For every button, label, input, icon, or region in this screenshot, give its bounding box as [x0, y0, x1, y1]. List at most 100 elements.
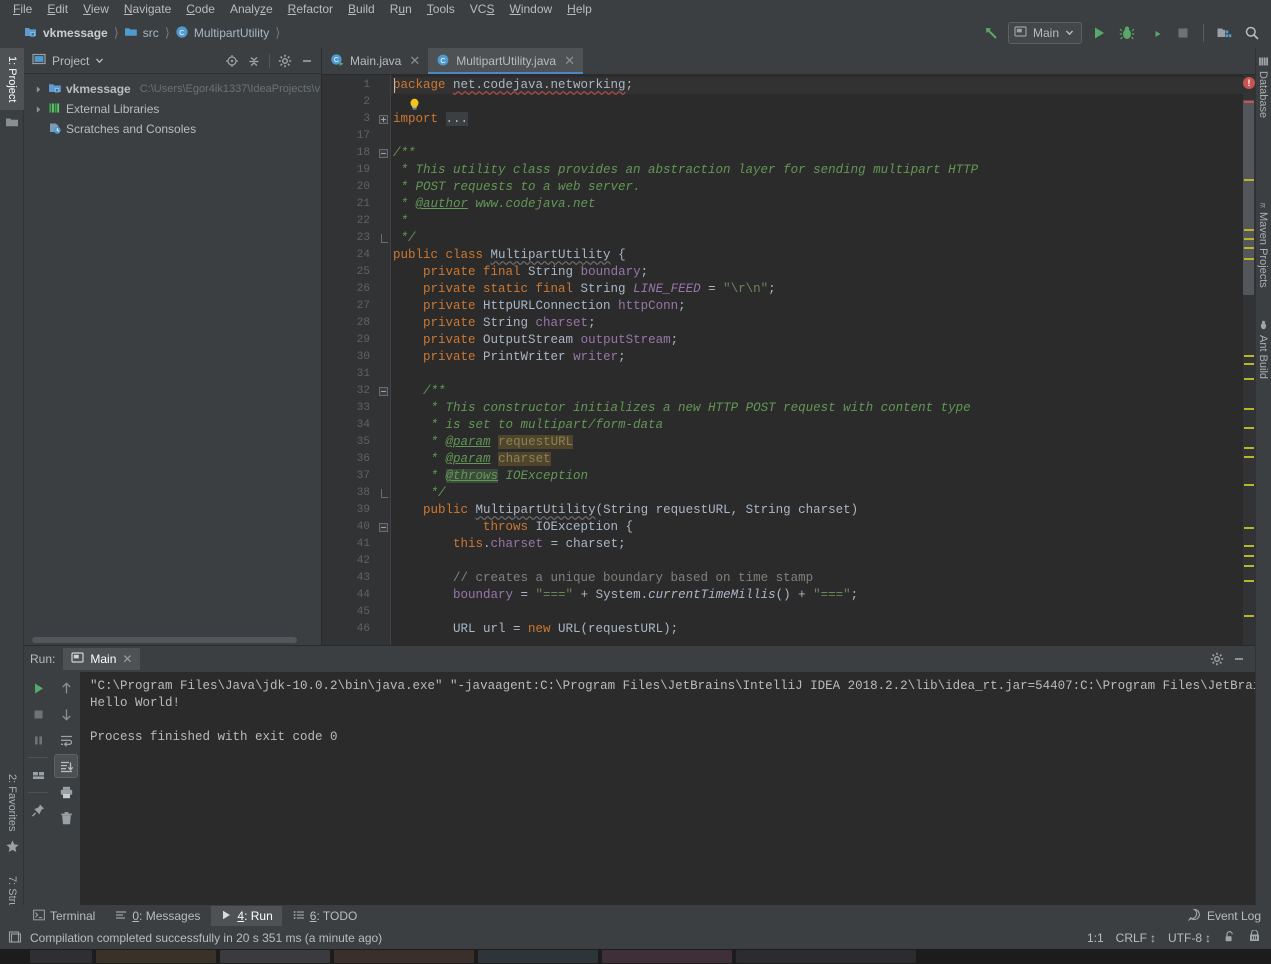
inspections-icon[interactable] [1248, 929, 1261, 946]
gear-icon[interactable] [275, 51, 295, 71]
print-button[interactable] [54, 780, 78, 804]
fold-marker-ctordoc[interactable] [377, 383, 390, 400]
pin-tab-button[interactable] [26, 798, 50, 822]
menu-refactor[interactable]: Refactor [281, 1, 340, 17]
tree-item-external-libraries[interactable]: External Libraries [24, 99, 321, 119]
sidebar-item-ant[interactable]: Ant Build [1255, 316, 1271, 392]
error-stripe-badge[interactable]: ! [1243, 77, 1255, 89]
scroll-from-source-button[interactable] [222, 51, 242, 71]
menu-file[interactable]: File [6, 1, 39, 17]
taskbar-item[interactable] [478, 950, 598, 963]
taskbar-item[interactable] [736, 950, 916, 963]
fold-marker-classdoc[interactable] [377, 145, 390, 162]
pause-output-button[interactable] [26, 728, 50, 752]
scroll-to-end-button[interactable] [54, 754, 78, 778]
project-scroll-thumb[interactable] [32, 637, 297, 643]
file-encoding[interactable]: UTF-8 ↕ [1168, 931, 1211, 945]
sidebar-item-maven[interactable]: m Maven Projects [1255, 193, 1271, 298]
menu-code[interactable]: Code [179, 1, 222, 17]
taskbar-item[interactable] [220, 950, 330, 963]
search-everywhere-button[interactable] [1241, 22, 1263, 44]
sidebar-item-project[interactable]: 1: Project [0, 48, 24, 110]
close-icon-2[interactable]: ✕ [564, 53, 575, 69]
libraries-icon [48, 101, 62, 118]
run-configuration-selector[interactable]: Main [1007, 22, 1082, 44]
soft-wrap-button[interactable] [54, 728, 78, 752]
line-number: 42 [356, 555, 370, 567]
code-editor-viewport[interactable]: 1 2 3 17 18 19 20 21 22 23 24 25 26 27 2… [322, 75, 1255, 645]
project-horizontal-scrollbar[interactable] [24, 635, 321, 645]
run-with-coverage-button[interactable] [1144, 22, 1166, 44]
intention-bulb-icon[interactable] [407, 97, 423, 113]
close-icon[interactable]: ✕ [122, 652, 132, 666]
breadcrumb-item-class[interactable]: C MultipartUtility [175, 25, 273, 42]
close-icon[interactable]: ✕ [409, 53, 420, 69]
unlocked-icon[interactable] [1223, 930, 1236, 946]
play-icon [220, 909, 232, 924]
code-text[interactable]: package net.codejava.networking; import … [391, 75, 1243, 645]
down-stack-button[interactable] [54, 702, 78, 726]
minimize-icon[interactable] [297, 51, 317, 71]
bottom-tab-run[interactable]: 4: Run [211, 906, 282, 926]
tree-item-vkmessage[interactable]: vkmessage C:\Users\Egor4ik1337\IdeaProje… [24, 79, 321, 99]
fold-end-classdoc[interactable] [377, 230, 390, 247]
clear-all-button[interactable] [54, 806, 78, 830]
caret-position[interactable]: 1:1 [1087, 931, 1104, 945]
menu-run[interactable]: Run [383, 1, 419, 17]
bottom-tab-messages[interactable]: 0: Messages [106, 906, 209, 926]
run-side-col-left [24, 676, 52, 916]
taskbar-item[interactable] [334, 950, 474, 963]
menu-analyze[interactable]: Analyze [223, 1, 280, 17]
code-folding-gutter[interactable] [377, 75, 391, 645]
line-number: 28 [356, 317, 370, 329]
menu-tools[interactable]: Tools [420, 1, 462, 17]
header-divider [269, 53, 270, 68]
menu-view[interactable]: View [76, 1, 116, 17]
debug-button[interactable] [1116, 22, 1138, 44]
fold-marker-ctor[interactable] [377, 519, 390, 536]
breadcrumb-item-src[interactable]: src [124, 25, 163, 42]
editor-marker-gutter[interactable]: ! [1243, 75, 1255, 645]
update-project-button[interactable] [980, 22, 1002, 44]
chevron-right-icon-2[interactable] [32, 103, 44, 115]
chevron-down-icon[interactable] [95, 54, 104, 68]
bottom-tab-terminal[interactable]: Terminal [24, 906, 104, 926]
menu-vcs[interactable]: VCS [463, 1, 502, 17]
run-tab-main[interactable]: Main ✕ [63, 648, 141, 670]
rerun-button[interactable] [26, 676, 50, 700]
line-separator[interactable]: CRLF ↕ [1116, 931, 1156, 945]
menu-edit[interactable]: Edit [40, 1, 75, 17]
menu-build[interactable]: Build [341, 1, 382, 17]
minimize-icon[interactable] [1229, 649, 1249, 669]
gear-icon[interactable] [1207, 649, 1227, 669]
event-log-label[interactable]: Event Log [1207, 909, 1261, 923]
tab-multipartutility-java[interactable]: C MultipartUtility.java ✕ [428, 48, 583, 74]
breadcrumb-item-module[interactable]: vkmessage C:\Users\Egor4ik1337\IdeaProje… [24, 25, 112, 42]
taskbar-item[interactable] [96, 950, 216, 963]
menu-help[interactable]: Help [560, 1, 599, 17]
menu-navigate[interactable]: Navigate [117, 1, 178, 17]
marker-warning [1244, 555, 1254, 557]
layout-button[interactable] [26, 763, 50, 787]
tree-item-scratches[interactable]: Scratches and Consoles [24, 119, 321, 139]
up-stack-button[interactable] [54, 676, 78, 700]
taskbar-item[interactable] [602, 950, 732, 963]
editor-vertical-scroll-thumb[interactable] [1243, 100, 1254, 295]
chevron-right-icon[interactable] [32, 83, 44, 95]
marker-warning [1244, 258, 1254, 260]
collapse-all-button[interactable] [244, 51, 264, 71]
stop-button[interactable] [1172, 22, 1194, 44]
fold-marker-imports[interactable] [377, 111, 390, 128]
sidebar-item-favorites[interactable]: 2: Favorites [0, 764, 24, 842]
project-structure-button[interactable] [1213, 22, 1235, 44]
taskbar-item[interactable] [30, 950, 92, 963]
stop-process-button[interactable] [26, 702, 50, 726]
sidebar-item-database[interactable]: Database [1255, 52, 1271, 124]
console-output[interactable]: "C:\Program Files\Java\jdk-10.0.2\bin\ja… [80, 672, 1255, 916]
menu-window[interactable]: Window [502, 1, 559, 17]
fold-end-ctordoc[interactable] [377, 485, 390, 502]
bottom-tab-todo[interactable]: 6: TODO [284, 906, 367, 926]
run-button[interactable] [1088, 22, 1110, 44]
tab-main-java[interactable]: C Main.java ✕ [322, 48, 428, 74]
